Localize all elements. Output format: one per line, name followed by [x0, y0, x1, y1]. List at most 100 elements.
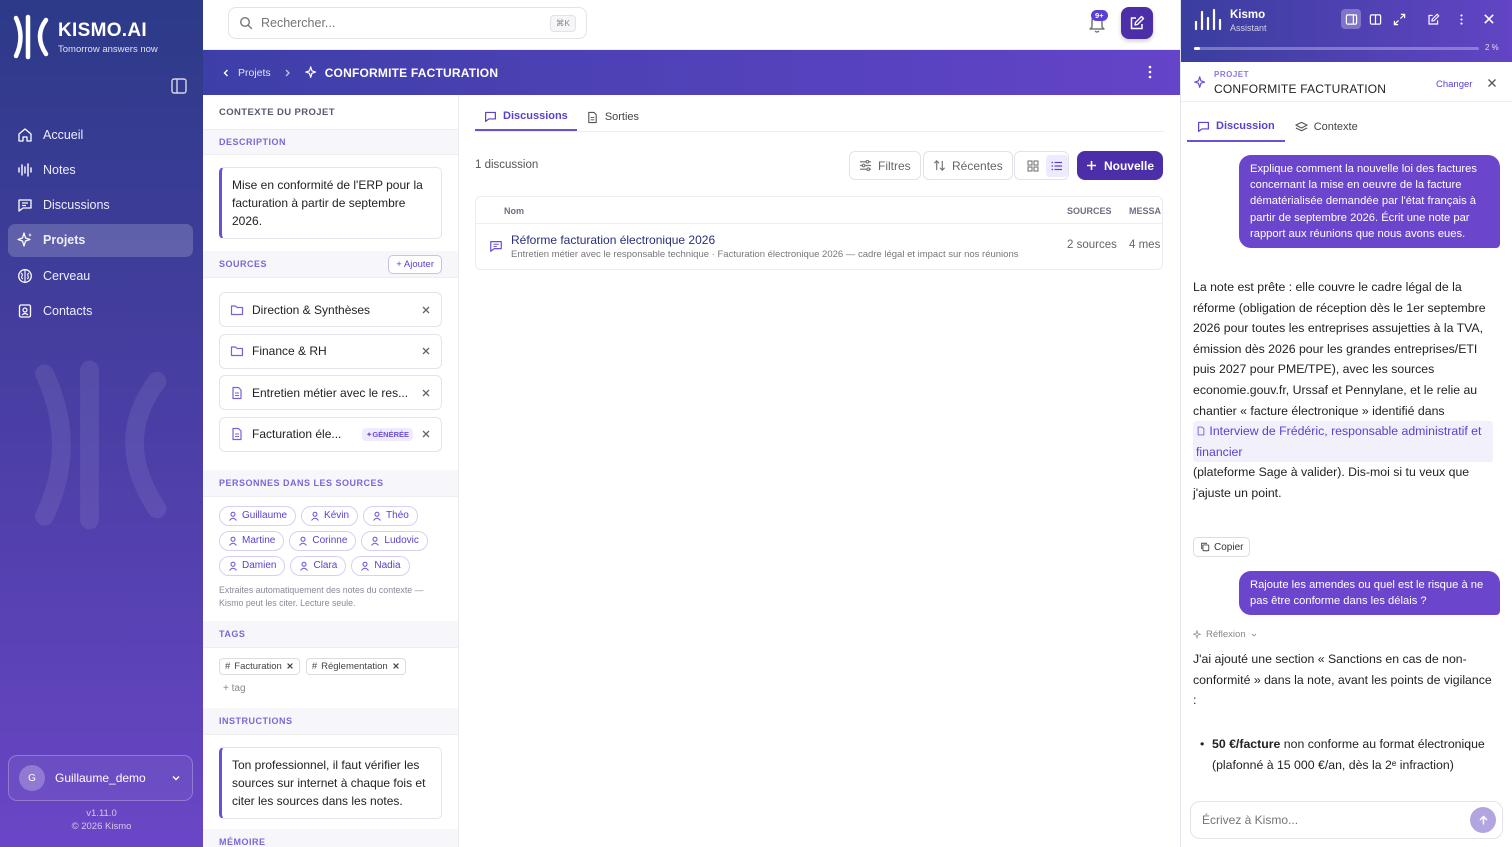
close-icon[interactable]	[392, 662, 400, 670]
close-icon[interactable]	[1487, 78, 1497, 88]
close-icon[interactable]	[421, 305, 431, 315]
discussion-count: 1 discussion	[475, 159, 539, 171]
expand-icon	[1393, 13, 1405, 25]
app-window: KISMO.AI Tomorrow answers now Accueil No…	[0, 0, 1512, 847]
user-menu[interactable]: G Guillaume_demo	[8, 755, 193, 801]
list-icon	[1051, 161, 1062, 170]
person-chip[interactable]: Martine	[219, 530, 285, 551]
source-item[interactable]: Finance & RH	[219, 333, 442, 369]
copy-icon	[1201, 542, 1210, 552]
discussion-title[interactable]: Réforme facturation électronique 2026	[511, 233, 715, 247]
assistant-project-context: PROJET CONFORMITE FACTURATION Changer	[1181, 62, 1512, 102]
tags-section-label: TAGS	[203, 620, 458, 648]
person-name: Nadia	[374, 560, 401, 571]
split-view-button[interactable]	[1365, 9, 1385, 29]
close-icon[interactable]	[286, 662, 294, 670]
tab-sorties[interactable]: Sorties	[577, 103, 648, 131]
tab-contexte[interactable]: Contexte	[1285, 112, 1368, 142]
person-name: Théo	[386, 510, 409, 521]
section-label: TAGS	[219, 628, 246, 639]
tag-chip[interactable]: # Facturation	[219, 657, 300, 675]
change-project-button[interactable]: Changer	[1436, 79, 1472, 90]
add-source-button[interactable]: + Ajouter	[388, 254, 442, 274]
column-header-name[interactable]: Nom	[504, 206, 524, 216]
home-icon	[18, 127, 32, 142]
search-input[interactable]	[261, 16, 542, 30]
close-icon[interactable]	[421, 429, 431, 439]
source-item[interactable]: Entretien métier avec le res...	[219, 375, 442, 410]
dock-right-button[interactable]	[1341, 9, 1361, 29]
tab-discussion[interactable]: Discussion	[1187, 112, 1285, 142]
sidebar-item-cerveau[interactable]: Cerveau	[8, 259, 193, 292]
version-number: v1.11.0	[86, 808, 117, 819]
table-row[interactable]: Réforme facturation électronique 2026 En…	[476, 224, 1162, 269]
new-note-button[interactable]	[1121, 7, 1153, 39]
new-discussion-button[interactable]: Nouvelle	[1077, 151, 1163, 180]
send-button[interactable]	[1470, 807, 1496, 833]
close-assistant-button[interactable]	[1479, 9, 1499, 29]
sidebar-item-notes[interactable]: Notes	[8, 153, 193, 186]
search-shortcut: ⌘K	[549, 14, 576, 32]
sparkle-icon	[17, 232, 32, 248]
brand-logo[interactable]: KISMO.AI Tomorrow answers now	[10, 14, 158, 60]
filters-button[interactable]: Filtres	[849, 151, 921, 180]
page-title: CONFORMITE FACTURATION	[324, 65, 499, 80]
person-chip[interactable]: Ludovic	[361, 530, 428, 551]
sidebar-item-discussions[interactable]: Discussions	[8, 189, 193, 222]
more-options-icon[interactable]	[1142, 64, 1158, 80]
tab-label: Contexte	[1313, 121, 1358, 133]
section-label: SOURCES	[219, 259, 268, 269]
copy-button[interactable]: Copier	[1193, 537, 1251, 557]
chat-icon	[490, 241, 502, 252]
user-message: Rajoute les amendes ou quel est le risqu…	[1239, 571, 1500, 616]
column-header-sources[interactable]: SOURCES	[1067, 206, 1112, 216]
tab-bar: Discussions Sorties	[475, 103, 648, 131]
description-field[interactable]: Mise en conformité de l'ERP pour la fact…	[219, 167, 442, 239]
person-chip[interactable]: Clara	[290, 555, 347, 576]
sidebar-item-accueil[interactable]: Accueil	[8, 118, 193, 151]
tab-discussions[interactable]: Discussions	[475, 103, 577, 131]
breadcrumb-projets[interactable]: Projets	[238, 67, 271, 79]
close-icon[interactable]	[421, 388, 431, 398]
column-header-messages[interactable]: MESSA	[1129, 206, 1161, 216]
add-tag-button[interactable]: + tag	[203, 675, 458, 694]
message-input[interactable]	[1202, 813, 1470, 827]
grid-icon	[1027, 159, 1039, 172]
source-item[interactable]: Direction & Synthèses	[219, 292, 442, 327]
sort-button[interactable]: Récentes	[923, 151, 1013, 180]
assistant-more-button[interactable]	[1451, 9, 1471, 29]
search-box[interactable]: ⌘K	[228, 7, 587, 39]
person-chip[interactable]: Corinne	[289, 530, 357, 551]
new-discussion-label: Nouvelle	[1103, 158, 1154, 173]
person-chip[interactable]: Kévin	[301, 505, 359, 526]
person-chip[interactable]: Guillaume	[219, 505, 297, 526]
chevron-left-icon[interactable]	[221, 68, 231, 78]
person-name: Ludovic	[384, 535, 419, 546]
discussion-subtitle: Entretien métier avec le responsable tec…	[511, 249, 1019, 260]
sidebar-collapse-icon[interactable]	[170, 77, 188, 95]
document-icon	[1197, 426, 1205, 436]
add-source-label: Ajouter	[403, 258, 434, 270]
list-view-button[interactable]	[1046, 154, 1068, 177]
instructions-field[interactable]: Ton professionnel, il faut vérifier les …	[219, 746, 442, 819]
description-section-label: DESCRIPTION	[203, 130, 458, 155]
conversation: Explique comment la nouvelle loi des fac…	[1181, 143, 1512, 791]
sidebar-item-contacts[interactable]: Contacts	[8, 294, 193, 327]
chevron-down-icon	[172, 776, 180, 781]
tag-chip[interactable]: # Réglementation	[305, 657, 406, 675]
sidebar: KISMO.AI Tomorrow answers now Accueil No…	[0, 0, 203, 847]
source-reference-link[interactable]: Interview de Frédéric, responsable admin…	[1193, 421, 1493, 463]
sidebar-item-projets[interactable]: Projets	[8, 223, 193, 257]
person-chip[interactable]: Damien	[219, 555, 286, 576]
grid-view-button[interactable]	[1023, 156, 1043, 176]
person-chip[interactable]: Théo	[363, 505, 418, 526]
expand-button[interactable]	[1389, 9, 1409, 29]
plus-icon	[1086, 161, 1096, 170]
new-chat-button[interactable]	[1423, 9, 1443, 29]
source-item[interactable]: Facturation éle... ✦GÉNÉRÉE	[219, 416, 442, 452]
reflexion-toggle[interactable]: Réflexion	[1193, 629, 1258, 640]
person-chip[interactable]: Nadia	[351, 555, 410, 576]
edit-icon	[1427, 13, 1439, 25]
discussions-panel: Discussions Sorties 1 discussion Filtres…	[459, 95, 1180, 847]
close-icon[interactable]	[421, 346, 431, 356]
